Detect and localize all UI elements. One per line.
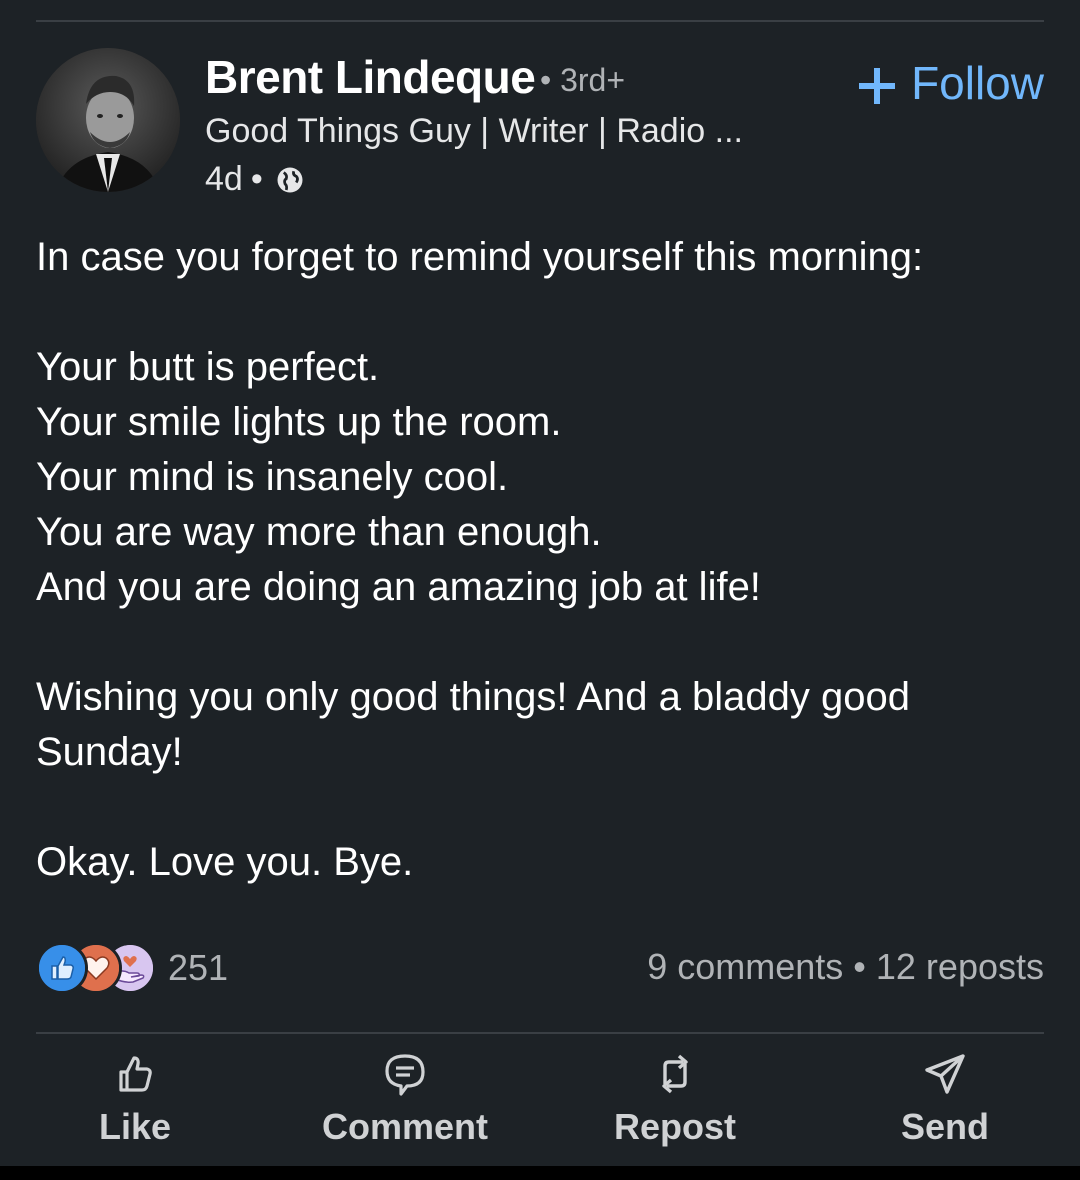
meta-separator: • (250, 160, 263, 198)
affirmation-line: Your mind is insanely cool. (36, 455, 509, 499)
post-wishes: Wishing you only good things! And a blad… (36, 675, 910, 774)
author-headline[interactable]: Good Things Guy | Writer | Radio ... (205, 112, 743, 151)
actions-divider (36, 1032, 1044, 1034)
top-divider (36, 20, 1044, 22)
post-body: In case you forget to remind yourself th… (36, 230, 1044, 890)
post-actions-bar: Like Comment Repost Send (0, 1048, 1080, 1158)
reposts-count[interactable]: 12 reposts (876, 946, 1044, 988)
reaction-count: 251 (168, 947, 229, 988)
post-signoff: Okay. Love you. Bye. (36, 840, 414, 884)
post-intro: In case you forget to remind yourself th… (36, 235, 924, 279)
comment-icon (385, 1054, 425, 1096)
avatar-portrait-image (36, 48, 180, 192)
reaction-icons (36, 942, 156, 994)
author-avatar[interactable] (36, 48, 180, 192)
connection-degree: • 3rd+ (540, 62, 626, 98)
like-button[interactable]: Like (0, 1048, 270, 1158)
post-meta: 4d • (205, 160, 305, 199)
like-label: Like (98, 1106, 172, 1147)
plus-icon (857, 63, 897, 104)
send-label: Send (900, 1106, 989, 1147)
system-bottom-bar (0, 1166, 1080, 1180)
comment-button[interactable]: Comment (270, 1048, 540, 1158)
comments-count[interactable]: 9 comments (647, 946, 843, 988)
engagement-separator: • (853, 946, 866, 987)
follow-label: Follow (911, 57, 1044, 109)
reactions-summary[interactable]: 251 (36, 942, 228, 994)
like-icon (119, 1056, 152, 1092)
repost-button[interactable]: Repost (540, 1048, 810, 1158)
follow-button[interactable]: Follow (857, 56, 1044, 110)
repost-icon (662, 1054, 688, 1094)
send-icon (925, 1054, 965, 1094)
comment-label: Comment (321, 1106, 488, 1147)
repost-label: Repost (613, 1106, 736, 1147)
like-reaction-icon (36, 942, 88, 994)
author-name[interactable]: Brent Lindeque (205, 50, 536, 104)
affirmation-line: And you are doing an amazing job at life… (36, 565, 761, 609)
send-button[interactable]: Send (810, 1048, 1080, 1158)
affirmation-line: Your butt is perfect. (36, 345, 380, 389)
affirmation-line: Your smile lights up the room. (36, 400, 562, 444)
post-time: 4d (205, 160, 243, 198)
globe-icon (275, 165, 305, 195)
engagement-stats: 9 comments • 12 reposts (647, 946, 1044, 988)
affirmation-line: You are way more than enough. (36, 510, 602, 554)
